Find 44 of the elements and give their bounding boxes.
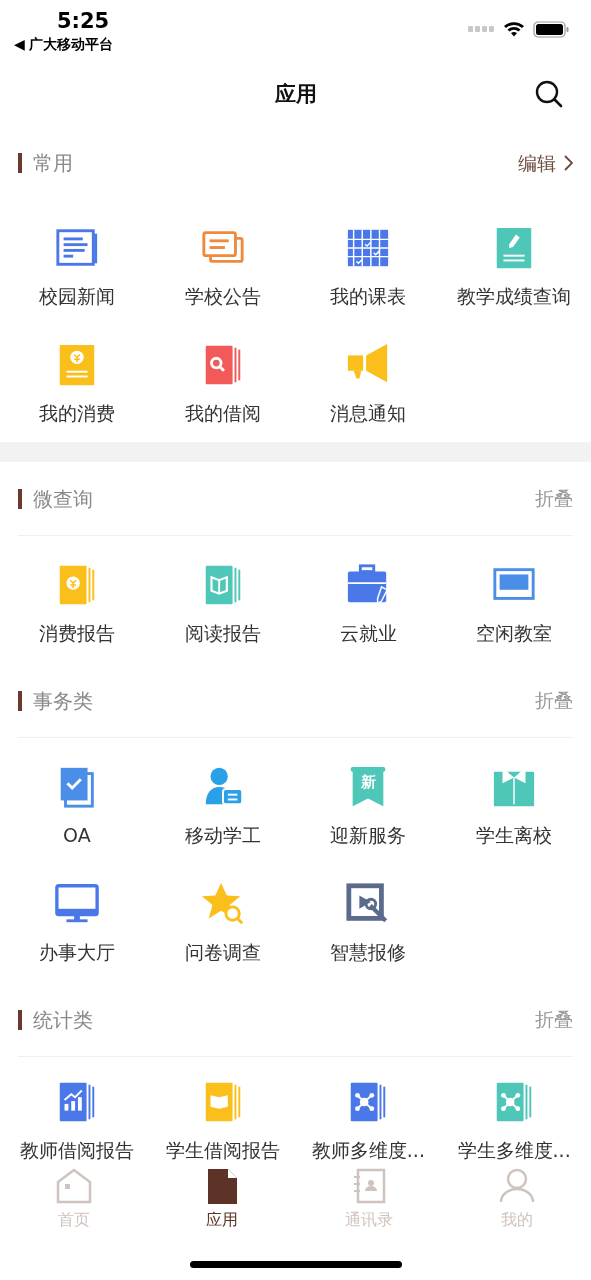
app-shortcut[interactable]: 消息通知 <box>295 342 442 425</box>
status-time: 5:25 <box>57 8 110 34</box>
app-shortcut[interactable]: 问卷调查 <box>149 881 296 964</box>
back-arrow[interactable]: ◀ <box>14 35 25 53</box>
app-shortcut[interactable]: 阅读报告 <box>149 562 296 645</box>
app-shortcut[interactable]: 学校公告 <box>149 225 296 308</box>
app-shortcut[interactable]: 办事大厅 <box>4 881 150 964</box>
icon-label: 新 <box>359 773 377 791</box>
house-icon <box>54 1168 93 1204</box>
app-shortcut[interactable]: 智慧报修 <box>295 881 442 964</box>
app-shortcut[interactable]: OA <box>4 764 150 847</box>
app-shortcut[interactable]: 我的课表 <box>295 225 442 308</box>
app-shortcut[interactable]: 新 迎新服务 <box>295 764 442 847</box>
app-shortcut[interactable]: 消费报告 <box>4 562 150 645</box>
battery-icon <box>533 20 569 38</box>
section-title: 事务类 <box>33 687 93 715</box>
section-marker <box>18 690 22 711</box>
chevron-right-icon <box>564 155 573 171</box>
edit-button[interactable]: 编辑 <box>518 148 573 178</box>
app-shortcut[interactable]: 空闲教室 <box>441 562 587 645</box>
signal-icon <box>468 26 495 32</box>
section-title: 常用 <box>33 150 73 177</box>
app-shortcut[interactable]: 校园新闻 <box>4 225 150 308</box>
section-marker <box>18 488 22 509</box>
app-shortcut[interactable]: 我的借阅 <box>149 342 296 425</box>
page-title: 应用 <box>274 81 317 109</box>
tab[interactable]: 应用 <box>147 1164 296 1230</box>
app-shortcut[interactable]: 教学成绩查询 <box>441 225 587 308</box>
app-shortcut[interactable]: 学生多维度... <box>441 1079 587 1162</box>
app-shortcut[interactable]: 教师多维度... <box>295 1079 442 1162</box>
app-shortcut[interactable]: 学生借阅报告 <box>149 1079 296 1162</box>
section-marker <box>18 153 22 173</box>
section-title: 统计类 <box>33 1006 93 1034</box>
app-shortcut[interactable]: 教师借阅报告 <box>4 1079 150 1162</box>
back-app-name[interactable]: 广大移动平台 <box>28 35 113 53</box>
search-button[interactable] <box>535 80 563 108</box>
app-shortcut[interactable]: 我的消费 <box>4 342 150 425</box>
app-shortcut[interactable]: 移动学工 <box>149 764 296 847</box>
section-marker <box>18 1009 22 1030</box>
section-title: 微查询 <box>33 485 93 513</box>
app-shortcut[interactable]: 学生离校 <box>441 764 587 847</box>
wifi-icon <box>503 21 525 37</box>
app-shortcut[interactable]: 云就业 <box>295 562 442 645</box>
person-icon <box>498 1168 537 1204</box>
